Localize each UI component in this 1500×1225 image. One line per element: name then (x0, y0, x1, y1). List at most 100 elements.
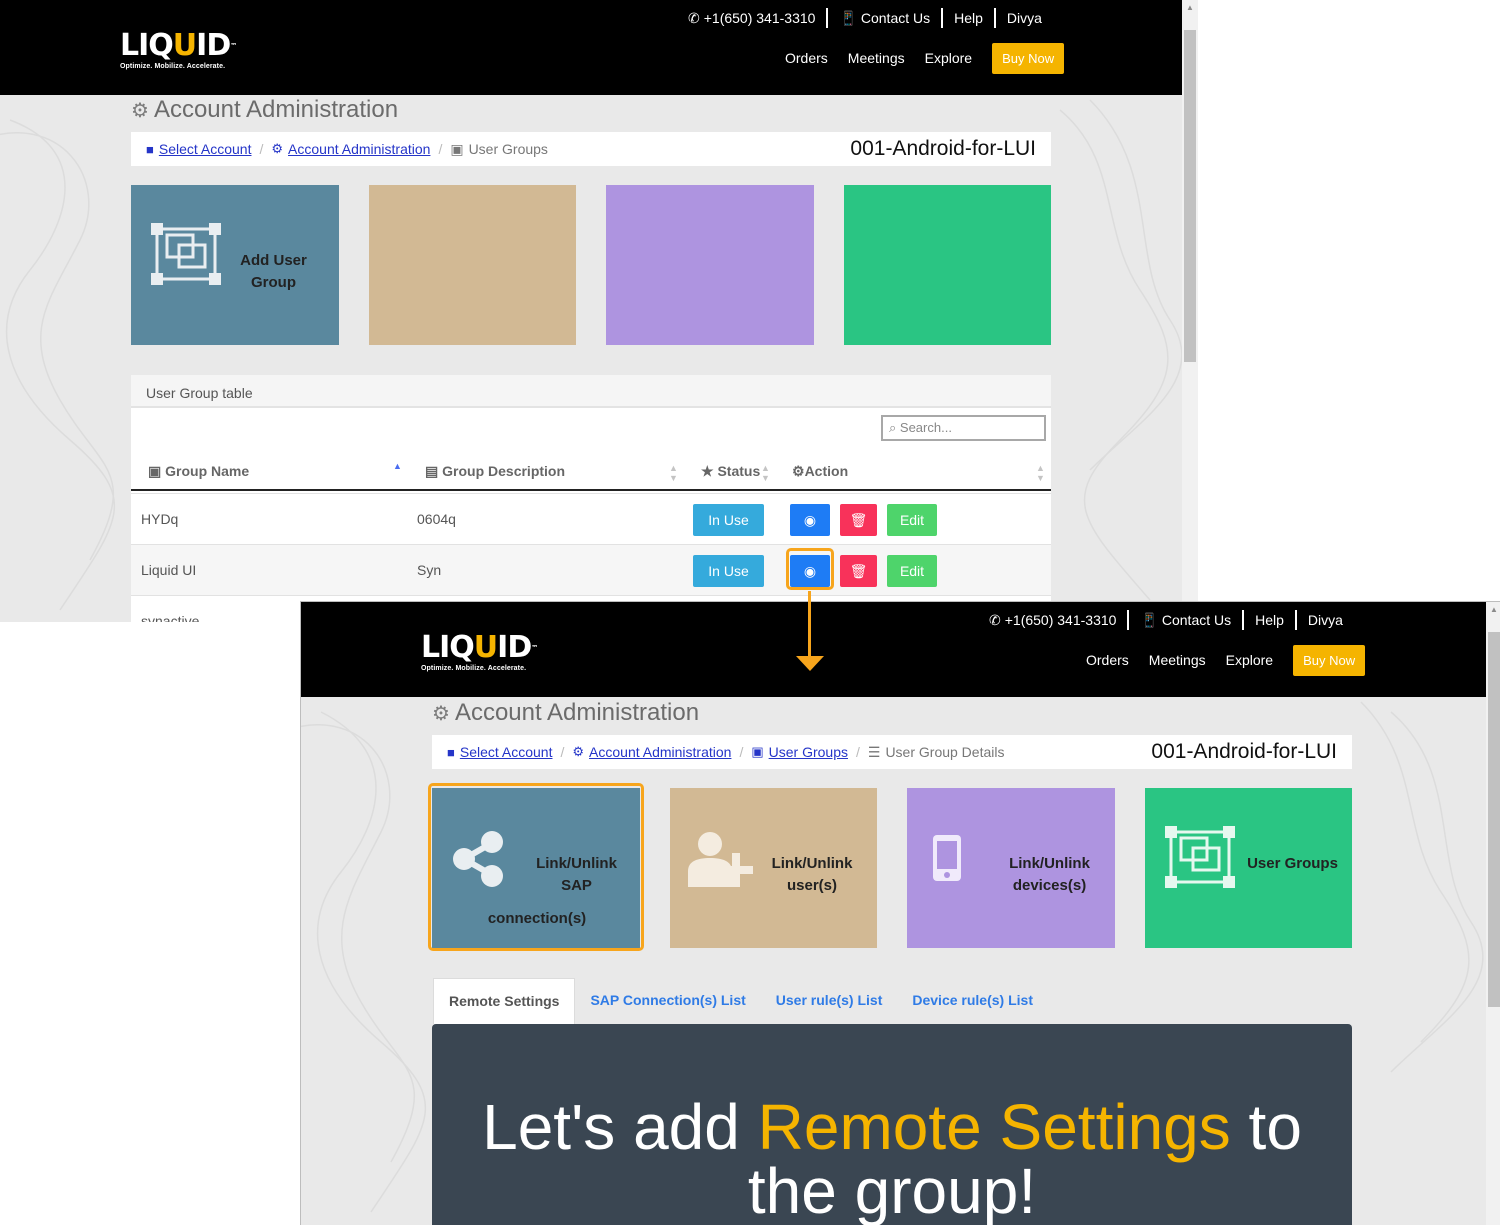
help-link[interactable]: Help (954, 10, 983, 26)
briefcase-icon: ■ (146, 141, 154, 157)
search-placeholder: Search... (899, 420, 952, 435)
gears-icon: ⚙ (432, 702, 450, 725)
trash-icon: 🗑 (849, 563, 868, 579)
tile-4[interactable] (844, 185, 1051, 345)
nav-orders[interactable]: Orders (785, 50, 828, 66)
header-bar: LIQUID™ Optimize. Mobilize. Accelerate. … (301, 602, 1486, 697)
edit-button[interactable]: Edit (887, 555, 937, 587)
user-groups-tile[interactable]: User Groups (1145, 788, 1352, 948)
column-group-description[interactable]: ▤ Group Description (425, 463, 565, 480)
divider (826, 8, 829, 28)
main-nav: Orders Meetings Explore Buy Now (1086, 644, 1366, 676)
phone-icon: ✆ (989, 611, 1001, 628)
user-group-icon: ▣ (450, 140, 464, 157)
divider (941, 8, 944, 28)
mobile-icon: 📱 (1140, 611, 1158, 628)
column-group-name[interactable]: ▣ Group Name (148, 463, 249, 480)
screenshot-user-group-details: LIQUID™ Optimize. Mobilize. Accelerate. … (300, 601, 1500, 1225)
nav-meetings[interactable]: Meetings (1149, 652, 1206, 668)
table-row: Liquid UI Syn In Use ◉ 🗑 Edit (131, 544, 1051, 595)
remote-settings-panel: Let's add Remote Settings to the group! (432, 1024, 1352, 1225)
nav-explore[interactable]: Explore (1226, 652, 1273, 668)
view-button[interactable]: ◉ (790, 504, 830, 536)
flow-arrow-line (808, 591, 811, 657)
scrollbar[interactable]: ▲ (1182, 0, 1198, 622)
add-user-icon (688, 832, 753, 887)
utility-nav: ✆ +1(650) 341-3310 📱 Contact Us Help Div… (989, 610, 1343, 630)
phone-number[interactable]: +1(650) 341-3310 (704, 10, 816, 26)
gears-icon: ⚙ (572, 744, 585, 759)
sort-icon[interactable]: ▲ ▼ (669, 463, 678, 483)
main-nav: Orders Meetings Explore Buy Now (785, 42, 1065, 74)
user-menu[interactable]: Divya (1308, 612, 1343, 628)
edit-button[interactable]: Edit (887, 504, 937, 536)
breadcrumb-account-administration[interactable]: Account Administration (589, 744, 731, 760)
tab-sap-connections[interactable]: SAP Connection(s) List (575, 978, 760, 1024)
buy-now-button[interactable]: Buy Now (1293, 644, 1366, 676)
add-user-group-tile[interactable]: Add User Group (131, 185, 339, 345)
breadcrumb-user-groups[interactable]: User Groups (769, 744, 848, 760)
delete-button[interactable]: 🗑 (840, 504, 877, 536)
scroll-up-icon[interactable]: ▲ (1182, 0, 1198, 16)
header-bar: LIQUID™ Optimize. Mobilize. Accelerate. … (0, 0, 1182, 95)
scrollbar-thumb[interactable] (1488, 632, 1500, 1007)
tab-remote-settings[interactable]: Remote Settings (433, 978, 576, 1024)
in-use-button[interactable]: In Use (693, 555, 764, 587)
user-menu[interactable]: Divya (1007, 10, 1042, 26)
page-title: ⚙ Account Administration (131, 96, 399, 123)
liquid-logo[interactable]: LIQUID™ Optimize. Mobilize. Accelerate. (421, 632, 538, 673)
help-link[interactable]: Help (1255, 612, 1284, 628)
sort-icon[interactable]: ▲ ▼ (761, 463, 770, 483)
breadcrumb-current: User Groups (468, 141, 548, 157)
column-status[interactable]: ★ Status (701, 463, 760, 480)
phone-icon: ✆ (688, 9, 700, 26)
link-users-tile[interactable]: Link/Unlink user(s) (670, 788, 877, 948)
buy-now-button[interactable]: Buy Now (992, 42, 1065, 74)
user-group-icon (151, 223, 221, 285)
scroll-up-icon[interactable]: ▲ (1486, 602, 1500, 618)
tile-label: Link/Unlink (771, 855, 853, 872)
tile-2[interactable] (369, 185, 576, 345)
sap-tile-highlight (428, 783, 644, 951)
user-group-icon (1165, 826, 1235, 888)
contact-link[interactable]: Contact Us (1162, 612, 1231, 628)
list-icon: ☰ (867, 743, 881, 760)
account-name: 001-Android-for-LUI (850, 137, 1036, 160)
tab-user-rules[interactable]: User rule(s) List (761, 978, 898, 1024)
trash-icon: 🗑 (849, 512, 868, 528)
contact-link[interactable]: Contact Us (861, 10, 930, 26)
hero-highlight: Remote Settings (757, 1091, 1231, 1163)
nav-meetings[interactable]: Meetings (848, 50, 905, 66)
hero-heading: Let's add Remote Settings to (482, 1091, 1302, 1163)
table-row: HYDq 0604q In Use ◉ 🗑 Edit (131, 493, 1051, 544)
flow-arrow-icon (796, 656, 824, 671)
divider (993, 8, 996, 28)
search-input[interactable]: ⌕ Search... (881, 415, 1046, 441)
tile-3[interactable] (606, 185, 814, 345)
breadcrumb-select-account[interactable]: Select Account (159, 141, 252, 157)
scrollbar[interactable]: ▲ (1486, 602, 1500, 1225)
nav-orders[interactable]: Orders (1086, 652, 1129, 668)
sort-icon[interactable]: ▲ ▼ (1036, 463, 1045, 483)
link-devices-tile[interactable]: Link/Unlink devices(s) (907, 788, 1115, 948)
nav-explore[interactable]: Explore (925, 50, 972, 66)
group-description-cell: 0604q (417, 511, 456, 527)
panel-title: User Group table (131, 375, 1051, 408)
tile-label: Group (251, 274, 296, 291)
phone-number[interactable]: +1(650) 341-3310 (1005, 612, 1117, 628)
group-name-cell: HYDq (141, 511, 179, 527)
in-use-button[interactable]: In Use (693, 504, 764, 536)
gears-icon: ⚙ (271, 141, 284, 156)
search-icon: ⌕ (889, 420, 897, 435)
scrollbar-thumb[interactable] (1184, 30, 1196, 362)
delete-button[interactable]: 🗑 (840, 555, 877, 587)
tab-device-rules[interactable]: Device rule(s) List (897, 978, 1048, 1024)
breadcrumb-select-account[interactable]: Select Account (460, 744, 553, 760)
tile-label: user(s) (786, 877, 838, 894)
column-action[interactable]: ⚙Action (792, 463, 848, 480)
breadcrumb-account-administration[interactable]: Account Administration (288, 141, 430, 157)
sort-asc-icon[interactable]: ▲ (393, 461, 402, 471)
group-description-cell: Syn (417, 562, 442, 578)
divider (1242, 610, 1245, 630)
liquid-logo[interactable]: LIQUID™ Optimize. Mobilize. Accelerate. (120, 30, 237, 71)
